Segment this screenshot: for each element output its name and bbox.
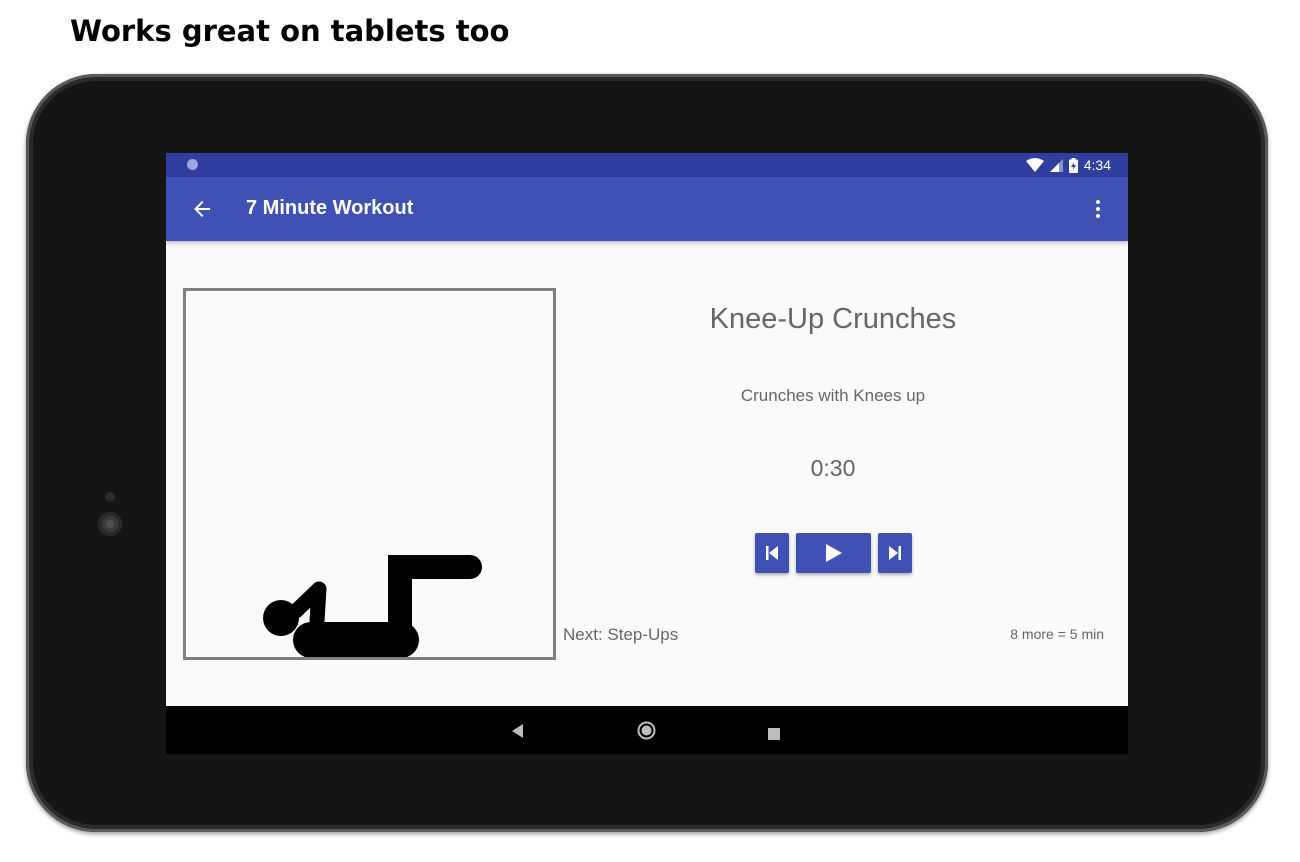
status-bar: 4:34 [166, 153, 1128, 177]
back-triangle-icon [512, 724, 523, 738]
status-time: 4:34 [1083, 157, 1111, 173]
next-exercise-button[interactable] [878, 533, 912, 573]
notification-dot-icon [187, 159, 198, 170]
knee-up-crunch-figure [263, 555, 482, 658]
recents-square-icon [768, 728, 780, 740]
sensor-dot [105, 492, 115, 502]
previous-exercise-button[interactable] [755, 533, 789, 573]
remaining-label: 8 more = 5 min [1010, 626, 1104, 642]
skip-previous-icon [766, 546, 778, 560]
battery-charging-icon [1068, 157, 1078, 173]
signal-icon [1049, 158, 1063, 172]
nav-recents-button[interactable] [768, 725, 780, 744]
overflow-menu-button[interactable] [1090, 197, 1106, 221]
exercise-timer: 0:30 [810, 455, 856, 481]
home-circle-icon [637, 721, 656, 740]
exercise-image [183, 288, 556, 660]
wifi-icon [1025, 158, 1044, 172]
nav-home-button[interactable] [637, 721, 656, 744]
page-headline: Works great on tablets too [70, 14, 510, 48]
status-icons: 4:34 [1025, 156, 1111, 174]
nav-back-button[interactable] [511, 723, 525, 742]
navigation-bar [166, 706, 1128, 754]
next-exercise-label: Next: Step-Ups [563, 625, 679, 644]
play-icon [825, 544, 842, 562]
back-button[interactable] [190, 197, 214, 221]
app-title: 7 Minute Workout [246, 197, 414, 219]
app-bar: 7 Minute Workout [166, 177, 1128, 241]
front-camera [98, 512, 122, 536]
arrow-back-icon [194, 201, 210, 217]
more-vert-icon [1096, 200, 1100, 218]
skip-next-icon [889, 546, 901, 560]
exercise-title: Knee-Up Crunches [709, 303, 957, 335]
play-button[interactable] [796, 533, 871, 573]
exercise-description: Crunches with Knees up [740, 386, 926, 405]
device-screen: 4:34 7 Minute Workout Knee-Up Crunches C… [166, 153, 1128, 754]
